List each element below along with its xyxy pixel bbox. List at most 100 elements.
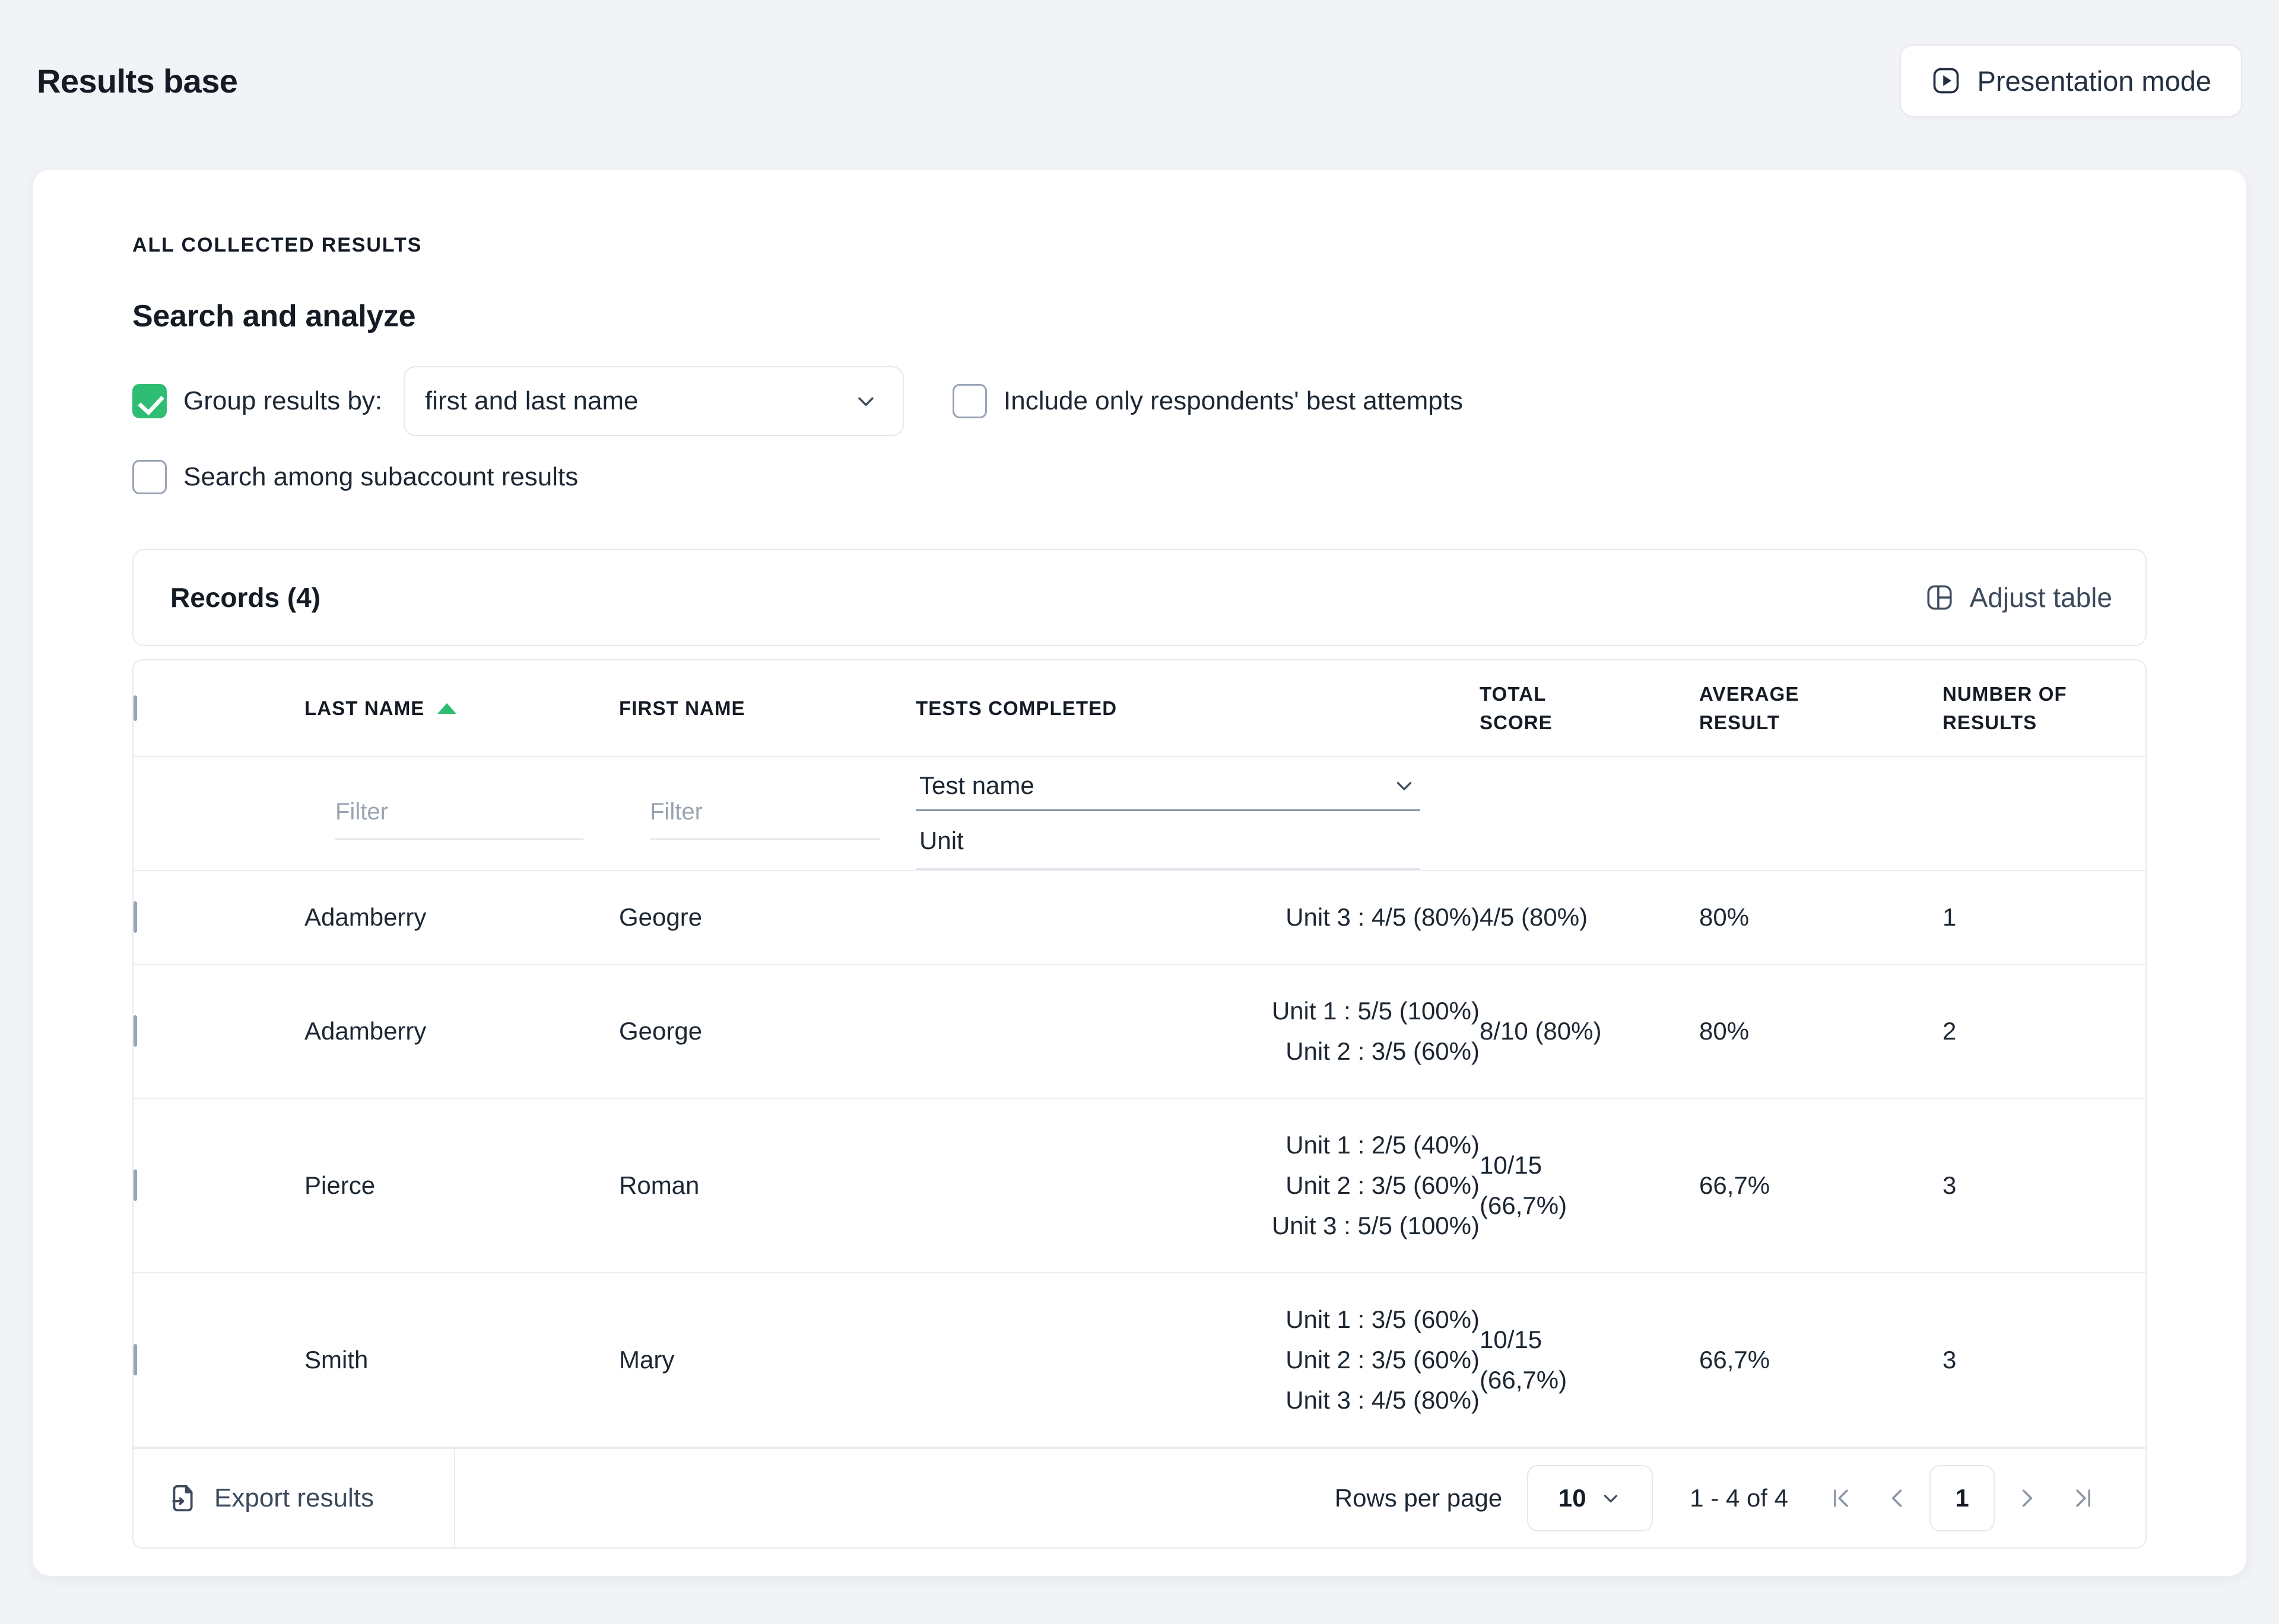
cell-last-name: Adamberry (304, 1017, 427, 1045)
row-select-cell (134, 1098, 304, 1273)
table-row[interactable]: Adamberry George Unit 1 : 5/5 (100%) Uni… (134, 964, 2145, 1099)
cell-tests-completed: Unit 3 : 4/5 (80%) (1285, 903, 1480, 931)
header-number-of-results[interactable]: NUMBER OF RESULTS (1942, 660, 2145, 757)
cell-average-result: 80% (1699, 903, 1750, 931)
best-attempts-checkbox-wrap[interactable]: Include only respondents' best attempts (953, 384, 1463, 418)
select-all-checkbox[interactable] (134, 695, 137, 721)
header-last-name-label: LAST NAME (304, 697, 425, 719)
cell-first-name: Roman (619, 1171, 700, 1200)
cell-number-of-results: 3 (1942, 1346, 1957, 1374)
cell-tests-completed: Unit 1 : 2/5 (40%) Unit 2 : 3/5 (60%) Un… (1271, 1131, 1480, 1240)
sort-ascending-icon (437, 703, 457, 714)
header-tests-completed[interactable]: TESTS COMPLETED (916, 660, 1480, 757)
last-name-filter-input[interactable] (335, 799, 583, 840)
test-name-unit-value[interactable]: Unit (916, 827, 1420, 870)
cell-last-name: Pierce (304, 1171, 376, 1200)
records-count: Records (4) (170, 582, 321, 613)
prev-page-icon[interactable] (1869, 1470, 1926, 1527)
header-first-name[interactable]: FIRST NAME (619, 660, 916, 757)
adjust-table-button[interactable]: Adjust table (1925, 581, 2112, 614)
subaccount-label: Search among subaccount results (183, 462, 579, 491)
row-checkbox[interactable] (134, 1344, 137, 1376)
results-card: ALL COLLECTED RESULTS Search and analyze… (33, 170, 2246, 1576)
cell-total-score: 10/15 (66,7%) (1480, 1151, 1567, 1220)
chevron-down-icon (1599, 1487, 1622, 1509)
test-name-select-value: Test name (919, 771, 1034, 799)
file-export-icon (167, 1482, 199, 1514)
table-footer: Export results Rows per page 10 1 - 4 of… (134, 1448, 2145, 1548)
header-total-score[interactable]: TOTAL SCORE (1480, 660, 1699, 757)
cell-tests-completed: Unit 1 : 5/5 (100%) Unit 2 : 3/5 (60%) (1271, 997, 1480, 1066)
cell-total-score: 4/5 (80%) (1480, 903, 1588, 931)
top-bar: Results base Presentation mode (0, 0, 2279, 161)
layout-columns-icon (1925, 583, 1954, 612)
group-results-checkbox-wrap[interactable]: Group results by: (132, 384, 382, 418)
current-page-button[interactable]: 1 (1929, 1465, 1995, 1532)
filter-cell-number-of-results (1942, 757, 2145, 870)
cell-average-result: 66,7% (1699, 1171, 1770, 1200)
table-row[interactable]: Pierce Roman Unit 1 : 2/5 (40%) Unit 2 :… (134, 1098, 2145, 1273)
header-number-of-results-line2: RESULTS (1942, 711, 2037, 733)
group-results-label: Group results by: (183, 386, 383, 415)
table-row[interactable]: Smith Mary Unit 1 : 3/5 (60%) Unit 2 : 3… (134, 1273, 2145, 1448)
best-attempts-checkbox[interactable] (953, 384, 988, 418)
header-average-result-line1: AVERAGE (1699, 682, 1799, 705)
table-row[interactable]: Adamberry Geogre Unit 3 : 4/5 (80%) 4/5 … (134, 870, 2145, 965)
table-header-row: LAST NAME FIRST NAME TESTS COMPLETED TOT… (134, 660, 2145, 757)
header-total-score-line2: SCORE (1480, 711, 1553, 733)
results-table-wrap: LAST NAME FIRST NAME TESTS COMPLETED TOT… (132, 659, 2147, 1549)
pagination-range: 1 - 4 of 4 (1690, 1484, 1788, 1512)
group-by-select[interactable]: first and last name (404, 366, 904, 436)
cell-number-of-results: 1 (1942, 903, 1957, 931)
subaccount-checkbox-wrap[interactable]: Search among subaccount results (132, 460, 578, 494)
export-results-button[interactable]: Export results (134, 1449, 455, 1548)
filter-cell-empty (134, 757, 304, 870)
last-page-icon[interactable] (2055, 1470, 2112, 1527)
next-page-icon[interactable] (1998, 1470, 2055, 1527)
first-page-icon[interactable] (1812, 1470, 1869, 1527)
controls-row-1: Group results by: first and last name In… (132, 366, 2147, 436)
presentation-mode-button[interactable]: Presentation mode (1900, 45, 2242, 117)
cell-number-of-results: 3 (1942, 1171, 1957, 1200)
header-average-result[interactable]: AVERAGE RESULT (1699, 660, 1942, 757)
row-checkbox[interactable] (134, 901, 137, 933)
table-body: Test name Unit (134, 757, 2145, 1448)
header-last-name[interactable]: LAST NAME (304, 660, 619, 757)
export-results-label: Export results (214, 1483, 374, 1513)
app-page: Results base Presentation mode ALL COLLE… (0, 0, 2279, 1624)
subaccount-checkbox[interactable] (132, 460, 167, 494)
cell-total-score: 8/10 (80%) (1480, 1017, 1602, 1045)
row-select-cell (134, 1273, 304, 1447)
header-total-score-line1: TOTAL (1480, 682, 1547, 705)
adjust-table-label: Adjust table (1969, 582, 2112, 613)
chevron-down-icon (853, 388, 879, 414)
row-select-cell (134, 964, 304, 1098)
cell-average-result: 80% (1699, 1017, 1750, 1045)
filter-cell-total-score (1480, 757, 1699, 870)
cell-total-score: 10/15 (66,7%) (1480, 1326, 1567, 1394)
results-table: LAST NAME FIRST NAME TESTS COMPLETED TOT… (134, 660, 2145, 1448)
play-in-square-icon (1931, 65, 1961, 96)
presentation-mode-label: Presentation mode (1977, 65, 2211, 97)
cell-first-name: George (619, 1017, 703, 1045)
test-name-select[interactable]: Test name (916, 771, 1420, 811)
card-eyebrow: ALL COLLECTED RESULTS (132, 234, 423, 256)
group-results-checkbox[interactable] (132, 384, 167, 418)
row-checkbox[interactable] (134, 1015, 137, 1047)
cell-last-name: Smith (304, 1346, 369, 1374)
page-title: Results base (37, 62, 238, 100)
rows-per-page-select[interactable]: 10 (1527, 1465, 1653, 1532)
cell-number-of-results: 2 (1942, 1017, 1957, 1045)
first-name-filter-input[interactable] (650, 799, 880, 840)
row-checkbox[interactable] (134, 1169, 137, 1202)
chevron-down-icon (1392, 773, 1417, 798)
best-attempts-label: Include only respondents' best attempts (1004, 386, 1464, 415)
header-number-of-results-line1: NUMBER OF (1942, 682, 2067, 705)
row-select-cell (134, 870, 304, 964)
records-bar: Records (4) Adjust table (132, 549, 2147, 646)
table-filter-row: Test name Unit (134, 757, 2145, 870)
section-title: Search and analyze (132, 299, 416, 333)
controls-row-2: Search among subaccount results (132, 460, 2147, 494)
cell-average-result: 66,7% (1699, 1346, 1770, 1374)
filter-cell-test-name: Test name Unit (916, 757, 1480, 870)
